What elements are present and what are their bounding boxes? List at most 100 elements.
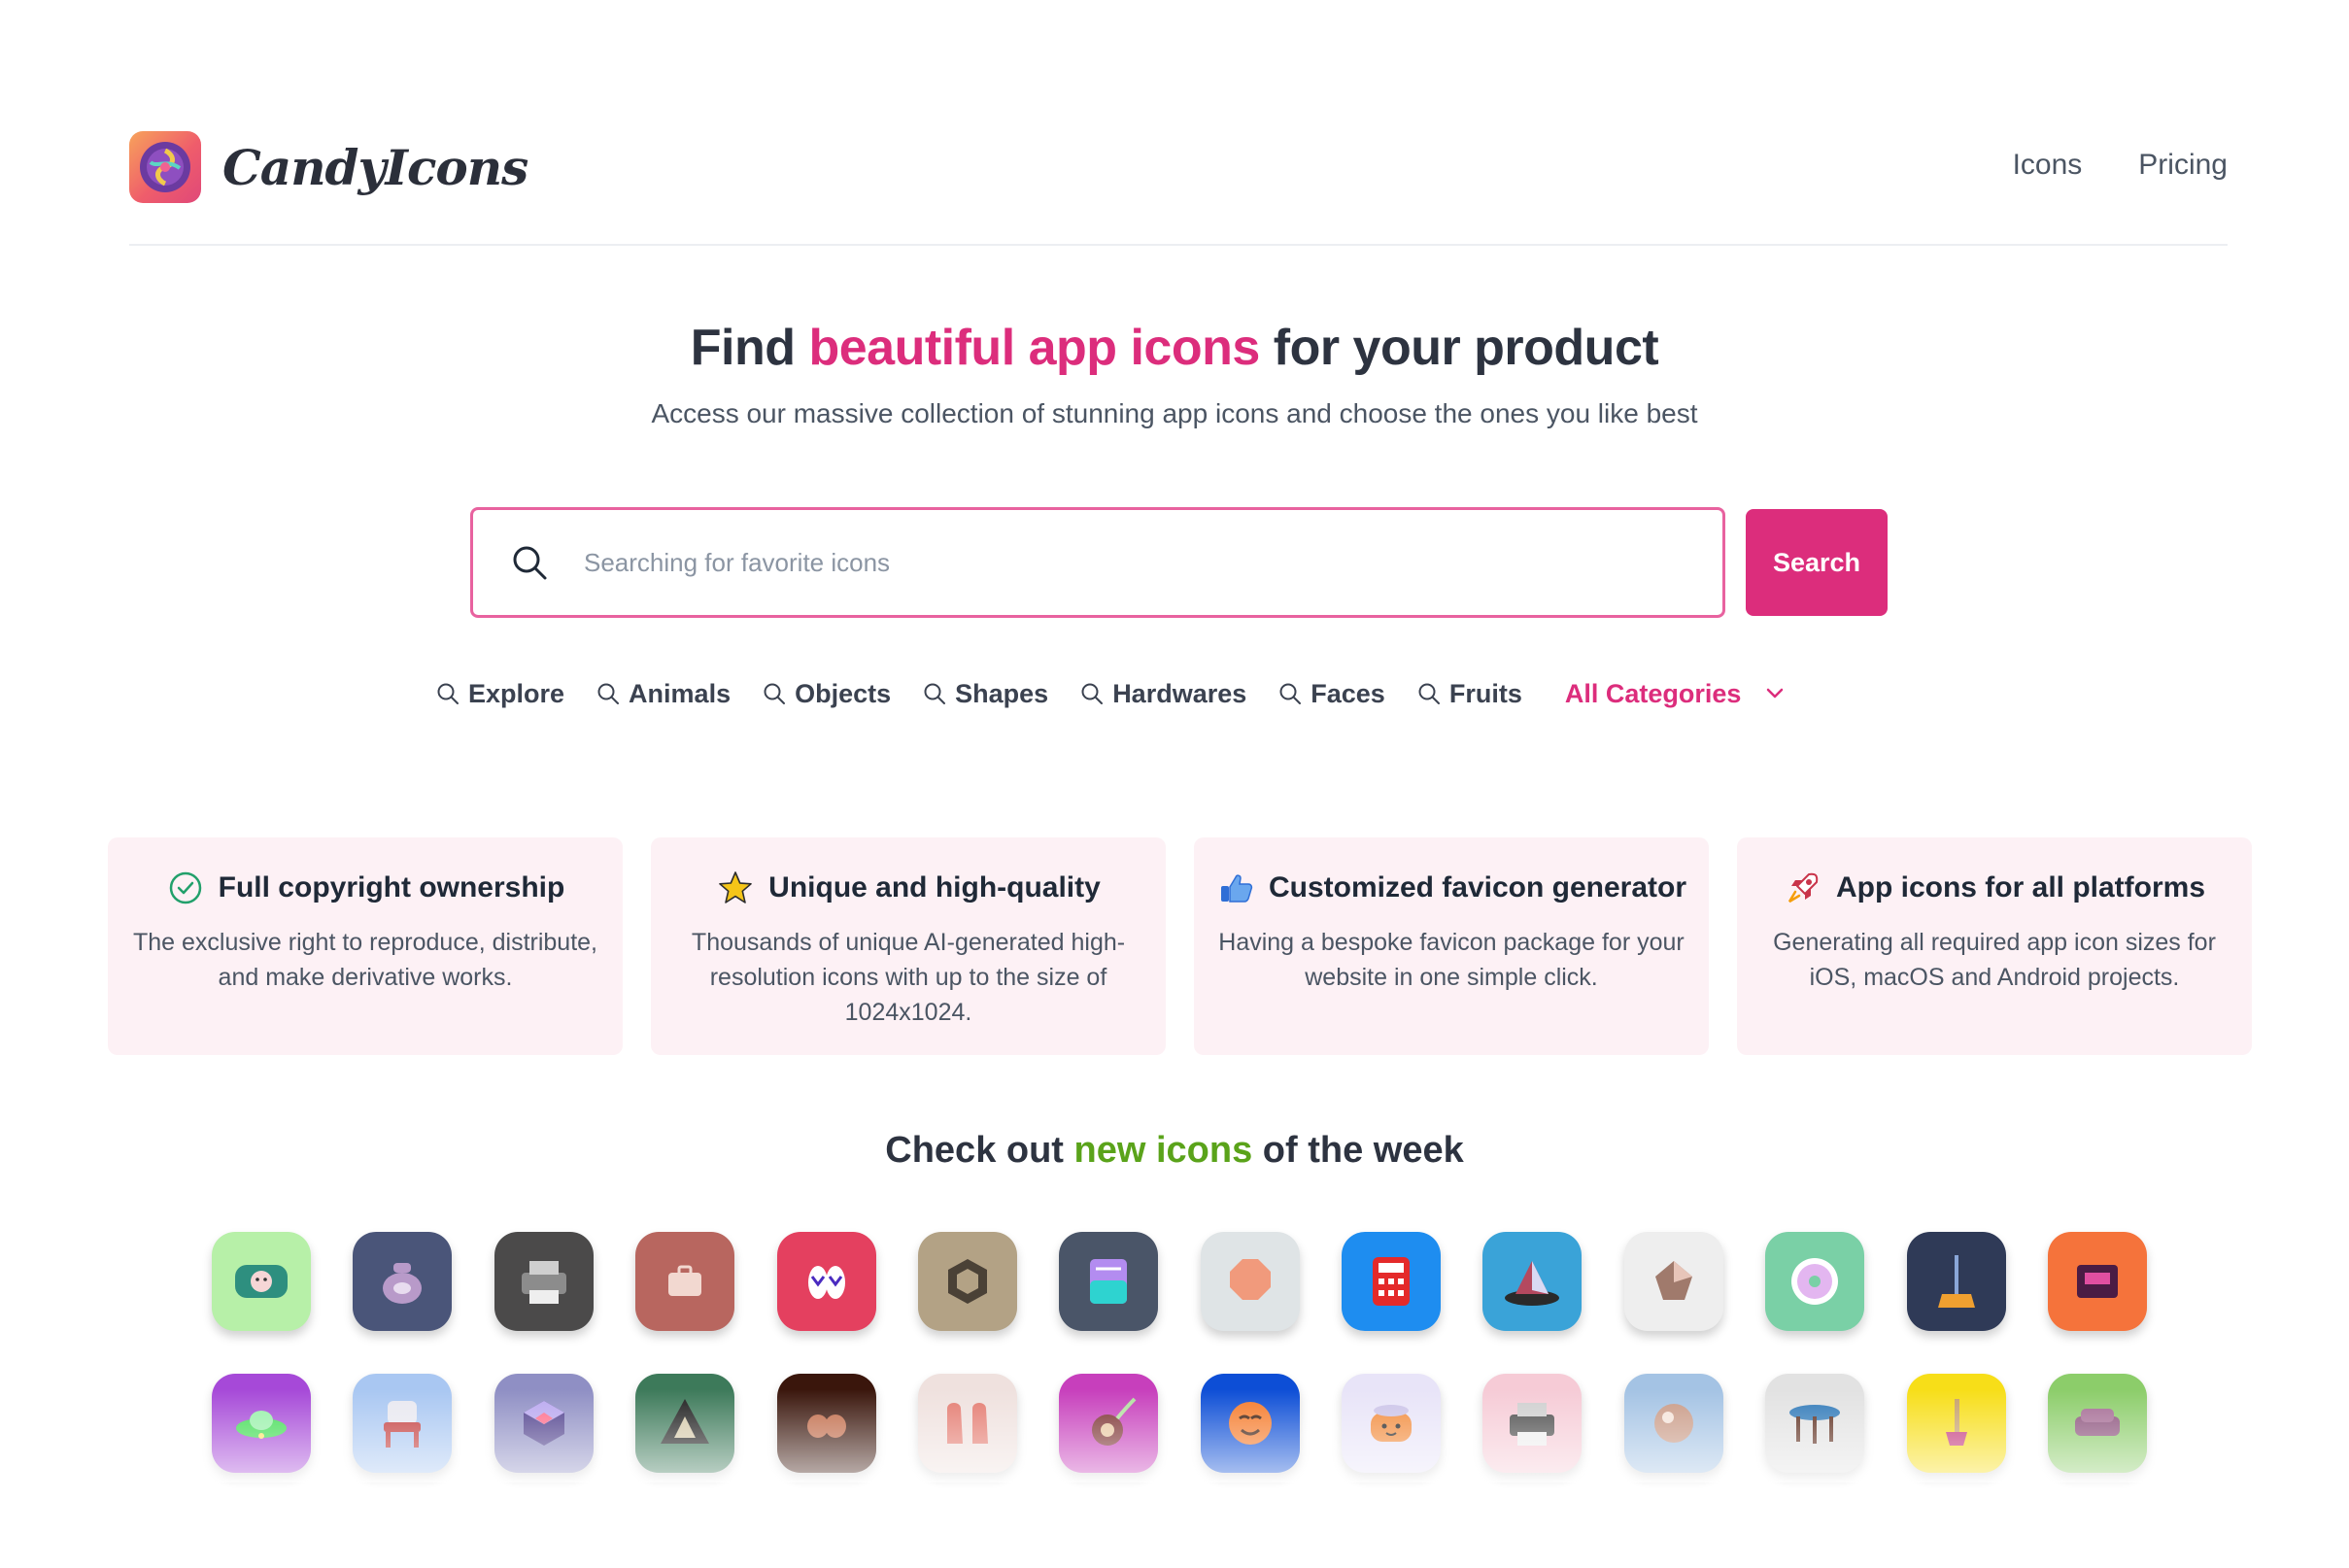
search-icon — [924, 683, 946, 704]
category-objects[interactable]: Objects — [762, 679, 891, 709]
pillow-face-glyph — [235, 1265, 288, 1298]
mop-glyph — [1937, 1255, 1975, 1308]
thumbs-up-icon — [1220, 874, 1253, 903]
wood-gem-icon[interactable] — [1623, 1232, 1723, 1331]
feature-title: App icons for all platforms — [1835, 871, 2206, 903]
new-icons-grid — [212, 1232, 2147, 1516]
notebook-icon[interactable] — [1059, 1232, 1159, 1331]
monk-face-icon[interactable] — [1200, 1374, 1300, 1473]
category-fruits[interactable]: Fruits — [1416, 679, 1522, 709]
photo-printer-glyph — [1510, 1403, 1555, 1446]
oven-mitts-glyph — [946, 1403, 988, 1444]
chair-glyph — [384, 1401, 422, 1448]
briefcase-icon[interactable] — [635, 1232, 735, 1331]
calculator-icon[interactable] — [1342, 1232, 1441, 1331]
cd-disc-icon[interactable] — [1765, 1232, 1865, 1331]
hex-nut-icon[interactable] — [917, 1232, 1017, 1331]
chevron-down-icon — [1767, 688, 1784, 699]
category-label: Explore — [468, 678, 565, 708]
oven-mitts-icon[interactable] — [917, 1374, 1017, 1473]
calculator-glyph — [1373, 1257, 1410, 1306]
feature-card: Unique and high-quality Thousands of uniq… — [651, 837, 1166, 1055]
wood-gem-glyph — [1654, 1261, 1692, 1300]
category-shapes[interactable]: Shapes — [922, 679, 1048, 709]
ufo-icon[interactable] — [212, 1374, 311, 1473]
octagon-gem-icon[interactable] — [1200, 1232, 1300, 1331]
category-label: Animals — [629, 678, 732, 708]
new-icons-heading: Check out new icons of the week — [0, 1130, 2349, 1172]
triangle-icon[interactable] — [635, 1374, 735, 1473]
feature-description: Generating all required app icon sizes f… — [1773, 929, 2216, 991]
search-input[interactable] — [584, 533, 1722, 592]
sofa-glyph — [2074, 1409, 2120, 1436]
chair-icon[interactable] — [353, 1374, 453, 1473]
search-icon — [764, 683, 786, 704]
hero-subtitle: Access our massive collection of stunnin… — [651, 398, 1698, 428]
week-title-pre: Check out — [885, 1130, 1074, 1171]
brand-logo-link[interactable]: CandyIcons — [129, 131, 528, 203]
category-label: Fruits — [1448, 678, 1522, 708]
category-animals[interactable]: Animals — [596, 679, 731, 709]
category-bar: Explore Animals Objects Shapes Hardwares Face… — [435, 676, 1787, 711]
star-icon — [719, 871, 752, 903]
hero-title: Find beautiful app icons for your produc… — [0, 319, 2349, 377]
notebook-glyph — [1090, 1259, 1128, 1304]
feature-description: The exclusive right to reproduce, distri… — [132, 929, 597, 991]
search-icon — [597, 683, 620, 704]
cube-glyph — [523, 1401, 564, 1446]
printer-icon[interactable] — [494, 1232, 594, 1331]
main-nav: Icons Pricing — [2013, 149, 2228, 182]
glass-pyramid-glyph — [1505, 1261, 1560, 1306]
nav-pricing-link[interactable]: Pricing — [2138, 149, 2228, 182]
mop-icon[interactable] — [1906, 1232, 2006, 1331]
sphere-icon[interactable] — [1623, 1374, 1723, 1473]
printer-glyph — [521, 1261, 566, 1304]
coffee-machine-glyph — [2076, 1265, 2118, 1298]
rocket-icon — [1787, 872, 1819, 903]
category-label: Faces — [1311, 678, 1385, 708]
search-icon — [437, 683, 459, 704]
monk-face-glyph — [1228, 1402, 1272, 1445]
hex-nut-glyph — [947, 1259, 987, 1304]
all-categories-label: All Categories — [1564, 678, 1742, 708]
teapot-glyph — [383, 1263, 423, 1304]
all-categories-dropdown[interactable]: All Categories — [1565, 679, 1788, 709]
search-button[interactable]: Search — [1746, 509, 1888, 616]
teapot-icon[interactable] — [353, 1232, 453, 1331]
round-table-icon[interactable] — [1765, 1374, 1865, 1473]
mittens-icon[interactable] — [776, 1374, 876, 1473]
category-faces[interactable]: Faces — [1277, 679, 1385, 709]
nav-icons-link[interactable]: Icons — [2013, 149, 2083, 182]
search-box[interactable] — [470, 507, 1725, 618]
feature-title: Full copyright ownership — [218, 871, 565, 903]
search-icon — [1418, 683, 1440, 704]
check-circle-icon — [169, 871, 201, 904]
feature-head: Unique and high-quality — [651, 869, 1166, 907]
pillow-face-icon[interactable] — [212, 1232, 311, 1331]
category-hardwares[interactable]: Hardwares — [1079, 679, 1246, 709]
coffee-machine-icon[interactable] — [2047, 1232, 2147, 1331]
plunger-glyph — [1945, 1399, 1967, 1446]
feature-title: Customized favicon generator — [1268, 871, 1687, 903]
pot-face-icon[interactable] — [1342, 1374, 1441, 1473]
octagon-gem-glyph — [1229, 1259, 1271, 1300]
category-explore[interactable]: Explore — [435, 679, 564, 709]
glass-pyramid-icon[interactable] — [1482, 1232, 1583, 1331]
round-table-glyph — [1789, 1405, 1841, 1444]
feature-description: Thousands of unique AI-generated high-re… — [691, 929, 1126, 1026]
plunger-icon[interactable] — [1906, 1374, 2006, 1473]
feature-card: App icons for all platforms Generating al… — [1737, 837, 2252, 1055]
search-icon — [1081, 683, 1104, 704]
triangle-glyph — [661, 1399, 710, 1444]
flip-flops-icon[interactable] — [776, 1232, 876, 1331]
cube-icon[interactable] — [494, 1374, 594, 1473]
vacuum-icon[interactable] — [1059, 1374, 1159, 1473]
hero-title-pre: Find — [690, 320, 809, 376]
sofa-icon[interactable] — [2047, 1374, 2147, 1473]
category-label: Objects — [795, 678, 892, 708]
photo-printer-icon[interactable] — [1482, 1374, 1583, 1473]
search-icon — [513, 546, 547, 580]
hero-title-post: for your product — [1259, 320, 1659, 376]
icon-row — [212, 1374, 2147, 1473]
hero-title-highlight: beautiful app icons — [808, 320, 1260, 376]
